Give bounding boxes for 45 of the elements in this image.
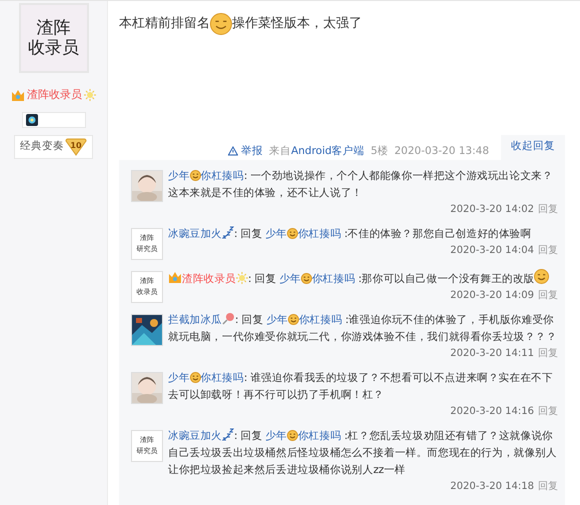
reply-text: 渣阵收录员 : 回复 少年 你杠揍吗 :那你可以自己做一个没有舞王的改版 [168, 268, 558, 288]
username-link[interactable]: 少年 你杠揍吗 [168, 170, 244, 182]
smiley-icon [286, 228, 298, 239]
avatar[interactable]: 渣阵 收录员 [18, 3, 88, 73]
floor-number: 5楼 [370, 144, 388, 159]
post-text: 操作菜怪版本，太强了 [232, 15, 362, 34]
username-link[interactable]: 少年 你杠揍吗 [265, 228, 342, 240]
reply-text: 冰豌豆加火 : 回复 少年 你杠揍吗 :不佳的体验？那您自己创造好的体验啊 [168, 226, 532, 242]
level-badge: 10 [65, 138, 87, 156]
sun-icon [84, 89, 96, 102]
source-text: 来自Android客户端 [269, 144, 365, 159]
reply-time: 2020-3-20 14:02 [450, 202, 534, 217]
crown-icon [11, 88, 25, 102]
reply-time: 2020-3-20 14:11 [450, 346, 534, 361]
reply-time: 2020-3-20 14:16 [450, 404, 534, 419]
username-link[interactable]: 少年 你杠揍吗 [266, 314, 342, 326]
smiley-icon [190, 372, 201, 383]
post-time: 2020-03-20 13:48 [394, 144, 489, 159]
smiley-icon [190, 170, 201, 181]
smiley-icon [288, 314, 299, 325]
reply-time: 2020-3-20 14:18 [450, 480, 534, 494]
username-link[interactable]: 少年 你杠揍吗 [265, 430, 342, 442]
reply-text: 冰豌豆加火 : 回复 少年 你杠揍吗 :杠？您乱丢垃圾劝阻还有错了？这就像说你自己丢垃圾丢出垃圾桶然后怪垃圾桶怎么不接着一样。而您现在的行为，就像别人让你把垃圾捡起来然后丢进垃圾桶你说别人zz一样 [168, 428, 558, 478]
smiley-icon [210, 13, 232, 35]
username-link[interactable]: 少年 你杠揍吗 [168, 372, 244, 384]
collapse-replies-tab[interactable]: 收起回复 [501, 135, 565, 160]
reply-text: 拦截加冰瓜 : 回复 少年 你杠揍吗 :谁强迫你玩不佳的体验了，手机版你难受你就玩电脑，一代你难受你就玩二代，你游戏体验不佳，我们就得看你丢垃圾？？？ [168, 312, 558, 345]
gear-icon [26, 114, 38, 126]
reply-time: 2020-3-20 14:09 [450, 288, 534, 303]
username-link[interactable]: 渣阵收录员 [182, 272, 236, 285]
report-link[interactable]: 举报 [228, 144, 264, 160]
reply-text: 少年 你杠揍吗: 一个劲地说操作，个个人都能像你一样把这个游戏玩出论文来？这本来就是不佳的体验，还不让人说了！ [168, 168, 554, 201]
reply-time: 2020-3-20 14:04 [450, 244, 534, 258]
username-link[interactable]: 冰豌豆加火 [168, 430, 222, 442]
source-link[interactable]: Android客户端 [291, 145, 365, 157]
username-link[interactable]: 拦截加冰瓜 [168, 314, 222, 326]
username-link[interactable]: 少年 你杠揍吗 [279, 272, 356, 285]
smiley-icon [286, 430, 298, 441]
username-link[interactable]: 冰豌豆加火 [168, 228, 222, 240]
post-text: 本杠精前排留名 [119, 15, 210, 34]
smiley-icon [300, 272, 312, 284]
badge-label: 经典变奏 [20, 138, 64, 154]
username-link[interactable]: 渣阵收录员 [27, 87, 82, 104]
warning-icon [228, 146, 238, 156]
reply-text: 少年 你杠揍吗: 谁强迫你看我丢的垃圾了？不想看可以不点进来啊？实在在不下去可以卸载呀！再不行可以扔了手机啊！杠？ [168, 370, 554, 403]
